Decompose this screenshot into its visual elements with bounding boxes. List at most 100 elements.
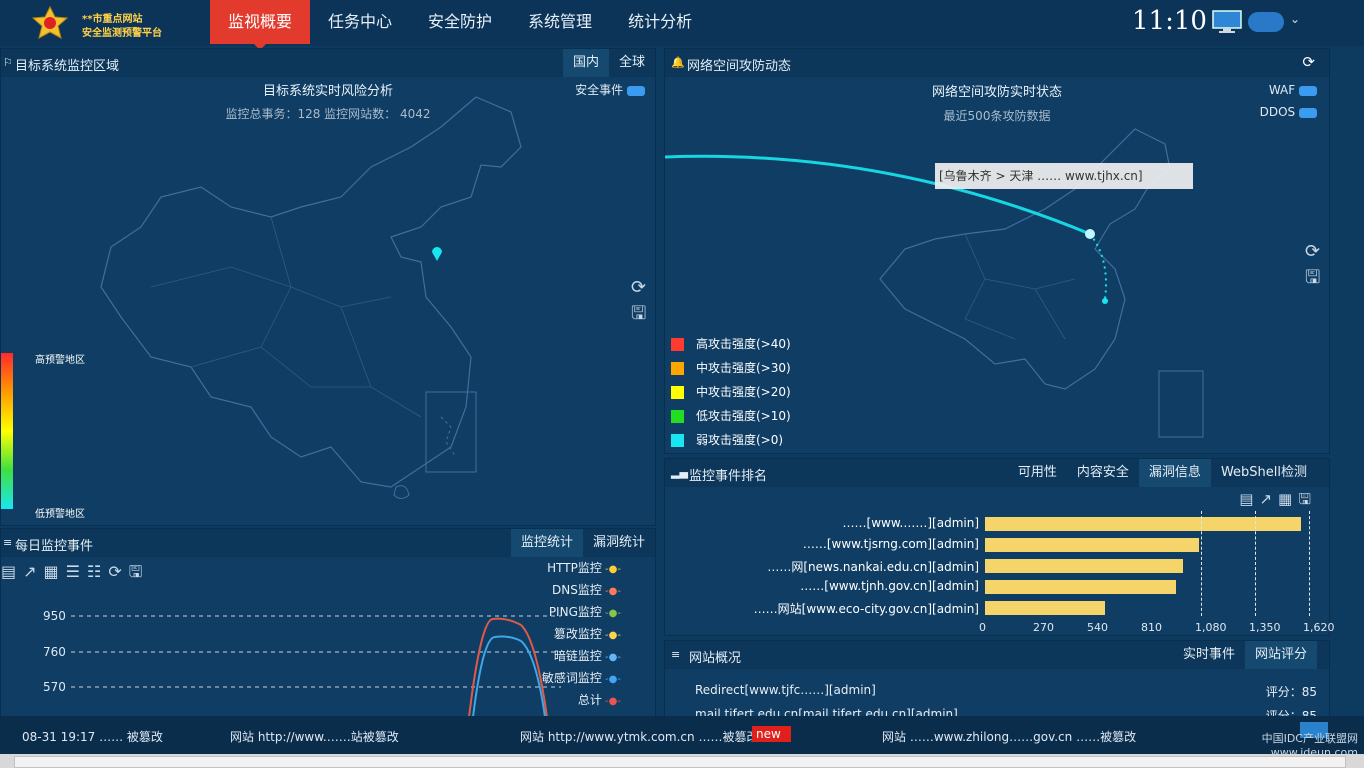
rank-bar[interactable] xyxy=(985,538,1199,552)
series-label: 总计 xyxy=(577,693,602,707)
panel-title: 网站概况 xyxy=(689,651,742,666)
panel-title: 监控事件排名 xyxy=(689,469,768,484)
attack-panel: 🔔 网络空间攻防动态 ⟳ 网络空间攻防实时状态 最近500条攻防数据 WAF D… xyxy=(664,48,1330,454)
level-label: 中攻击强度(>30) xyxy=(696,361,791,375)
legend-swatch xyxy=(1299,85,1317,96)
ticker-item[interactable]: 08-31 19:17 …… 被篡改 xyxy=(22,728,163,745)
rank-bar[interactable] xyxy=(985,601,1105,615)
ticker-item[interactable]: 网站 http://www.……站被篡改 xyxy=(230,728,399,745)
ticker-item[interactable]: 网站 http://www.ytmk.com.cn ……被篡改 xyxy=(520,728,758,745)
series-label: PING监控 xyxy=(548,605,602,619)
legend-security-event[interactable]: 安全事件 xyxy=(575,81,645,98)
map-title: 网络空间攻防实时状态 xyxy=(931,85,1062,100)
attack-level-item[interactable]: 中攻击强度(>20) xyxy=(671,383,791,400)
chart-toolbar[interactable]: ▤↗▦🖫 xyxy=(1239,489,1317,514)
scale-high-label: 高预警地区 xyxy=(35,355,85,366)
nav-overview[interactable]: 监视概要 xyxy=(210,0,311,50)
series-marker-icon: -●- xyxy=(601,696,621,707)
series-legend-item[interactable]: 篡改监控 -●- xyxy=(501,625,621,642)
nav-task-center[interactable]: 任务中心 xyxy=(310,0,410,44)
grid-line xyxy=(1309,511,1310,616)
rank-bar[interactable] xyxy=(985,517,1301,531)
series-label: DNS监控 xyxy=(552,583,602,597)
save-icon[interactable]: 🖫 xyxy=(631,301,646,331)
nav-security[interactable]: 安全防护 xyxy=(410,0,510,44)
series-legend-item[interactable]: 暗链监控 -●- xyxy=(501,647,621,664)
ticker-item[interactable]: 网站 ……www.zhilong……gov.cn ……被篡改 xyxy=(882,728,1136,745)
tab-vulnerability[interactable]: 漏洞信息 xyxy=(1138,459,1211,487)
panel-header: ⚐ 目标系统监控区域 国内 全球 xyxy=(1,49,655,77)
level-label: 中攻击强度(>20) xyxy=(696,385,791,399)
tab-realtime-events[interactable]: 实时事件 xyxy=(1173,641,1245,669)
series-label: 篡改监控 xyxy=(553,627,602,641)
grid-line xyxy=(1255,511,1256,616)
series-legend-item[interactable]: PING监控 -●- xyxy=(501,603,621,620)
clock: 11:10 xyxy=(1132,6,1207,36)
attack-level-item[interactable]: 弱攻击强度(>0) xyxy=(671,431,783,448)
scrollbar-thumb[interactable] xyxy=(14,756,1346,768)
rank-label: ……[www.tjsrng.com][admin] xyxy=(802,537,979,551)
rank-label: ……[www.tjnh.gov.cn][admin] xyxy=(800,579,979,593)
monitor-icon[interactable] xyxy=(1212,10,1242,37)
nav-system[interactable]: 系统管理 xyxy=(510,0,610,44)
risk-pin-icon[interactable] xyxy=(431,245,443,261)
attack-level-item[interactable]: 高攻击强度(>40) xyxy=(671,335,791,352)
attack-level-item[interactable]: 低攻击强度(>10) xyxy=(671,407,791,424)
series-marker-icon: -●- xyxy=(601,608,621,619)
tab-site-score[interactable]: 网站评分 xyxy=(1244,641,1317,669)
panel-title: 目标系统监控区域 xyxy=(15,59,120,74)
reload-icon[interactable]: ⟳ xyxy=(1302,53,1315,71)
attack-level-item[interactable]: 中攻击强度(>30) xyxy=(671,359,791,376)
y-tick: 950 xyxy=(43,609,66,623)
x-tick: 0 xyxy=(979,621,986,634)
rank-bar[interactable] xyxy=(985,580,1176,594)
x-tick: 810 xyxy=(1141,621,1162,634)
legend-swatch xyxy=(627,85,645,96)
logo-line2: 安全监测预警平台 xyxy=(82,28,162,39)
series-marker-icon: -●- xyxy=(601,674,621,685)
site-name: Redirect[www.tjfc……][admin] xyxy=(695,683,876,697)
daily-events-panel: ≡ 每日监控事件 监控统计 漏洞统计 ▤↗▦☰☷⟳🖫 950 760 570 H… xyxy=(0,528,656,718)
new-badge: new xyxy=(752,726,791,742)
chevron-down-icon[interactable]: ⌄ xyxy=(1290,12,1300,26)
tab-webshell[interactable]: WebShell检测 xyxy=(1211,459,1317,487)
tab-global[interactable]: 全球 xyxy=(609,49,655,77)
series-label: 敏感词监控 xyxy=(541,671,602,685)
level-swatch xyxy=(671,338,684,351)
legend-waf[interactable]: WAF xyxy=(1269,83,1317,97)
x-tick: 1,350 xyxy=(1249,621,1281,634)
panel-header: ≡ 网站概况 实时事件 网站评分 xyxy=(665,641,1329,669)
refresh-icon[interactable]: ⟳ xyxy=(631,277,646,298)
target-system-panel: ⚐ 目标系统监控区域 国内 全球 目标系统实时风险分析 监控总事务：128 监控… xyxy=(0,48,656,526)
y-tick: 760 xyxy=(43,645,66,659)
daily-line-chart xyxy=(71,615,561,717)
level-swatch xyxy=(671,386,684,399)
main-nav: 监视概要 任务中心 安全防护 系统管理 统计分析 xyxy=(210,0,710,50)
level-label: 高攻击强度(>40) xyxy=(696,337,791,351)
refresh-icon[interactable]: ⟳ xyxy=(1305,241,1320,262)
legend-label: 安全事件 xyxy=(575,83,624,97)
series-legend-item[interactable]: DNS监控 -●- xyxy=(501,581,621,598)
y-tick: 570 xyxy=(43,680,66,694)
tab-domestic[interactable]: 国内 xyxy=(562,49,609,77)
x-tick: 270 xyxy=(1033,621,1054,634)
tab-availability[interactable]: 可用性 xyxy=(1008,459,1067,487)
series-legend-item[interactable]: HTTP监控 -●- xyxy=(501,559,621,576)
series-label: 暗链监控 xyxy=(553,649,602,663)
series-legend-item[interactable]: 总计 -●- xyxy=(501,691,621,708)
level-label: 弱攻击强度(>0) xyxy=(696,433,784,447)
scale-low-label: 低预警地区 xyxy=(35,509,85,520)
x-tick: 540 xyxy=(1087,621,1108,634)
nav-stats[interactable]: 统计分析 xyxy=(610,0,710,44)
tab-content-security[interactable]: 内容安全 xyxy=(1067,459,1139,487)
rank-bar[interactable] xyxy=(985,559,1183,573)
level-swatch xyxy=(671,410,684,423)
series-legend-item[interactable]: 敏感词监控 -●- xyxy=(501,669,621,686)
logo-line1: **市重点网站 xyxy=(82,14,143,25)
site-overview-panel: ≡ 网站概况 实时事件 网站评分 Redirect[www.tjfc……][ad… xyxy=(664,640,1330,718)
user-avatar[interactable] xyxy=(1248,12,1284,32)
save-icon[interactable]: 🖫 xyxy=(1305,265,1320,295)
panel-header: ▂▄ 监控事件排名 可用性 内容安全 漏洞信息 WebShell检测 xyxy=(665,459,1329,487)
sort-icon: ≡ xyxy=(671,648,681,661)
police-emblem-logo xyxy=(30,5,70,40)
